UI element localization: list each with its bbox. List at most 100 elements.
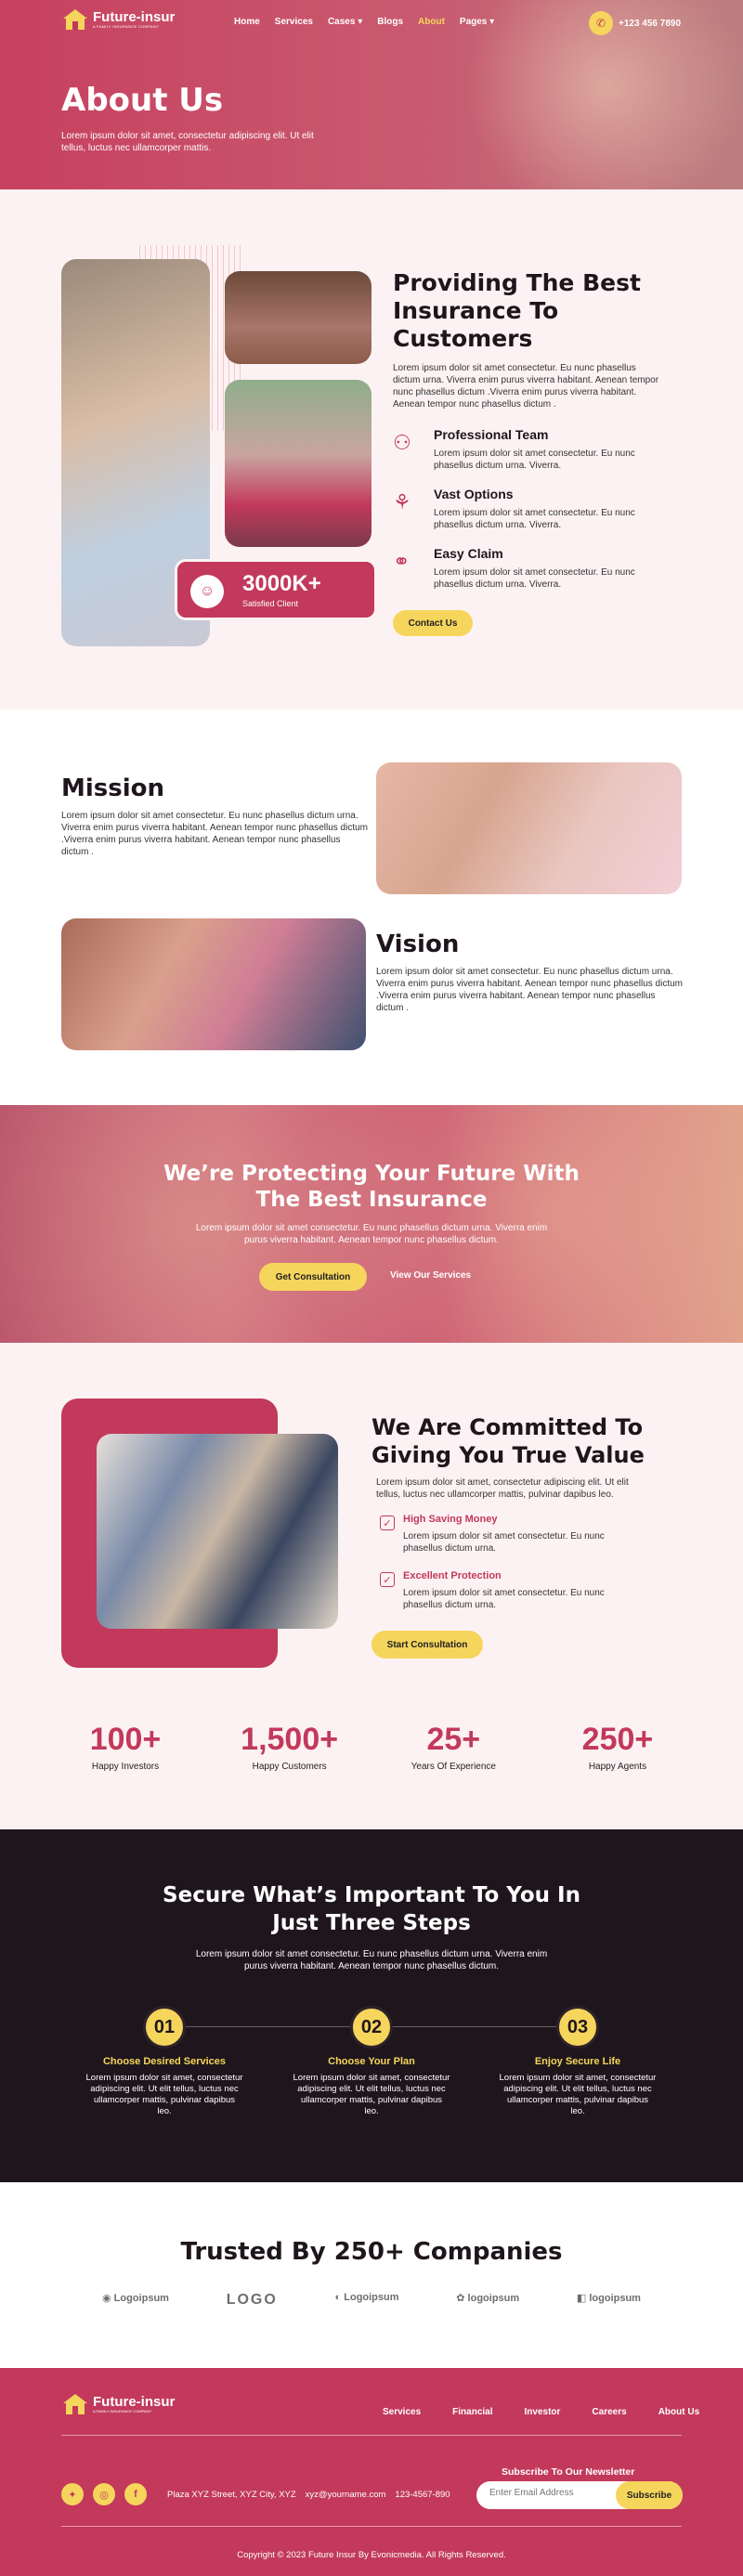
nav-home[interactable]: Home (234, 17, 260, 27)
feature-vast-options: ⚘ Vast Options Lorem ipsum dolor sit ame… (393, 487, 662, 539)
stat-item: 25+ Years Of Experience (411, 1722, 496, 1772)
phone-number: +123 456 7890 (619, 18, 682, 29)
house-logo-icon (63, 2394, 87, 2414)
commit-section: We Are Committed To Giving You True Valu… (0, 1343, 743, 1829)
social-icons: ✦ ◎ f (61, 2483, 147, 2505)
mission-title: Mission (61, 774, 165, 802)
twitter-icon[interactable]: ✦ (61, 2483, 84, 2505)
footer-logo[interactable]: Future-insur A FAMILY INSURANCE COMPANY (61, 2392, 175, 2416)
footer-link[interactable]: About Us (658, 2407, 699, 2417)
feature-text: Lorem ipsum dolor sit amet consectetur. … (434, 508, 635, 530)
feature-title: Easy Claim (434, 546, 503, 561)
footer-link[interactable]: Financial (452, 2407, 492, 2417)
flower-logo-icon: ✿ (456, 2293, 465, 2304)
footer-address: Plaza XYZ Street, XYZ City, XYZ (167, 2490, 296, 2500)
nav-about[interactable]: About (418, 17, 445, 27)
step-text: Lorem ipsum dolor sit amet, consectetur … (499, 2073, 657, 2116)
commit-item-title: High Saving Money (403, 1514, 498, 1525)
commit-item-saving: ✓ High Saving Money Lorem ipsum dolor si… (376, 1514, 655, 1564)
nav-blogs[interactable]: Blogs (377, 17, 403, 27)
view-services-link[interactable]: View Our Services (390, 1270, 471, 1281)
steps-text: Lorem ipsum dolor sit amet consectetur. … (195, 1949, 548, 1971)
footer-phone[interactable]: 123-4567-890 (395, 2490, 450, 2500)
checkbox-icon: ✓ (380, 1572, 395, 1587)
about-section: ☺ 3000K+ Satisfied Client Providing The … (0, 189, 743, 709)
stat-card: ☺ 3000K+ Satisfied Client (175, 559, 377, 620)
logo-row: ◉ Logoipsum LOGO ◐ Logoipsum ✿ logoipsum… (102, 2292, 641, 2309)
banner-text: Lorem ipsum dolor sit amet consectetur. … (195, 1223, 548, 1245)
step-title: Choose Your Plan (328, 2056, 415, 2067)
start-consultation-button[interactable]: Start Consultation (372, 1631, 483, 1659)
partner-logo: ✿ logoipsum (456, 2293, 520, 2304)
hero-text: Lorem ipsum dolor sit amet, consectetur … (61, 131, 314, 153)
protect-banner: We’re Protecting Your Future With The Be… (0, 1105, 743, 1343)
trusted-section: Trusted By 250+ Companies ◉ Logoipsum LO… (0, 2182, 743, 2368)
step-number: 03 (556, 2006, 599, 2049)
family-photo-2 (225, 271, 372, 364)
step-text: Lorem ipsum dolor sit amet, consectetur … (293, 2073, 450, 2116)
main-nav: Home Services Cases ▾ Blogs About Pages … (234, 17, 494, 27)
mission-photo (376, 762, 682, 894)
footer-email[interactable]: xyz@yourname.com (306, 2490, 386, 2500)
logo-name: Future-insur (93, 9, 176, 25)
footer: Future-insur A FAMILY INSURANCE COMPANY … (0, 2368, 743, 2576)
step-title: Choose Desired Services (102, 2056, 227, 2067)
phone-contact[interactable]: ✆ +123 456 7890 (589, 11, 681, 35)
subscribe-button[interactable]: Subscribe (616, 2481, 683, 2509)
commit-item-text: Lorem ipsum dolor sit amet consectetur. … (403, 1531, 605, 1554)
trusted-title: Trusted By 250+ Companies (180, 2238, 563, 2266)
nav-cases[interactable]: Cases ▾ (328, 17, 362, 27)
footer-divider (61, 2435, 682, 2436)
about-text: Lorem ipsum dolor sit amet consectetur. … (393, 363, 659, 410)
newsletter-email-input[interactable] (489, 2488, 610, 2498)
nav-pages[interactable]: Pages ▾ (460, 17, 494, 27)
rocket-icon: ⚘ (393, 490, 411, 514)
step-1: 01 Choose Desired Services Lorem ipsum d… (85, 2006, 243, 2117)
feature-title: Vast Options (434, 487, 514, 501)
steps-section: Secure What’s Important To You In Just T… (0, 1829, 743, 2182)
feature-title: Professional Team (434, 427, 549, 442)
commit-title: We Are Committed To Giving You True Valu… (372, 1414, 645, 1468)
house-logo-icon (63, 9, 87, 30)
commit-item-protection: ✓ Excellent Protection Lorem ipsum dolor… (376, 1570, 655, 1620)
handshake-icon: ⚭ (393, 550, 411, 573)
step-number: 02 (350, 2006, 393, 2049)
footer-link[interactable]: Careers (592, 2407, 626, 2417)
checkbox-icon: ✓ (380, 1516, 395, 1530)
feature-easy-claim: ⚭ Easy Claim Lorem ipsum dolor sit amet … (393, 546, 662, 598)
partner-logo: ◐ Logoipsum (334, 2292, 399, 2303)
footer-link[interactable]: Investor (525, 2407, 561, 2417)
step-number: 01 (143, 2006, 186, 2049)
steps-title: Secure What’s Important To You In Just T… (163, 1883, 580, 1935)
commit-text: Lorem ipsum dolor sit amet, consectetur … (376, 1477, 629, 1500)
get-consultation-button[interactable]: Get Consultation (259, 1263, 367, 1291)
bracket-logo-icon: ◧ (576, 2293, 587, 2304)
newsletter-form: Subscribe (476, 2481, 683, 2509)
family-photo-3 (225, 380, 372, 547)
step-3: 03 Enjoy Secure Life Lorem ipsum dolor s… (499, 2006, 657, 2117)
business-photo (97, 1434, 338, 1629)
stat-item: 1,500+ Happy Customers (241, 1722, 339, 1772)
instagram-icon[interactable]: ◎ (93, 2483, 115, 2505)
hero-photo (399, 0, 743, 189)
commit-item-text: Lorem ipsum dolor sit amet consectetur. … (403, 1588, 605, 1610)
vision-text: Lorem ipsum dolor sit amet consectetur. … (376, 967, 683, 1013)
step-text: Lorem ipsum dolor sit amet, consectetur … (85, 2073, 243, 2116)
swirl-logo-icon: ◐ (334, 2292, 342, 2303)
phone-icon: ✆ (589, 11, 613, 35)
chevron-down-icon: ▾ (489, 17, 495, 27)
logo[interactable]: Future-insur A FAMILY INSURANCE COMPANY (61, 7, 175, 32)
footer-link[interactable]: Services (383, 2407, 421, 2417)
step-2: 02 Choose Your Plan Lorem ipsum dolor si… (293, 2006, 450, 2117)
users-icon: ☺ (190, 575, 224, 608)
commit-item-title: Excellent Protection (403, 1570, 502, 1581)
contact-us-button[interactable]: Contact Us (393, 610, 473, 636)
step-title: Enjoy Secure Life (534, 2056, 621, 2067)
nav-services[interactable]: Services (275, 17, 313, 27)
contact-info: Plaza XYZ Street, XYZ City, XYZ xyz@your… (167, 2490, 450, 2500)
footer-nav: Services Financial Investor Careers Abou… (383, 2407, 699, 2417)
banner-title: We’re Protecting Your Future With The Be… (163, 1162, 580, 1212)
partner-logo: ◧ logoipsum (576, 2293, 641, 2304)
facebook-icon[interactable]: f (124, 2483, 147, 2505)
stat-item: 100+ Happy Investors (89, 1722, 162, 1772)
